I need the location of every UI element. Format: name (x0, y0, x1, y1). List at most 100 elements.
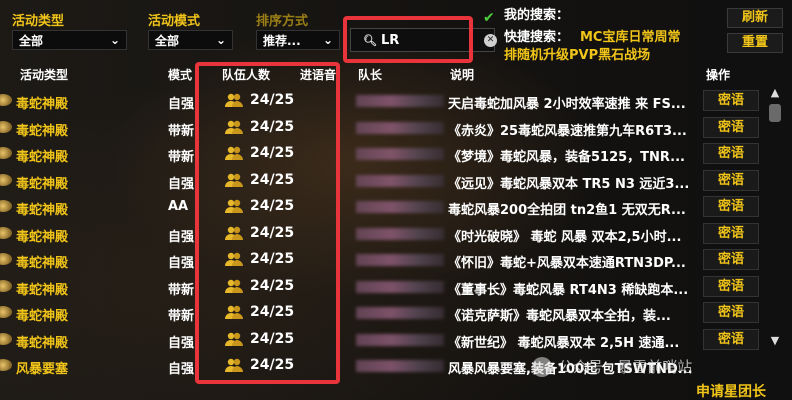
row-description: 天启毒蛇加风暴 2小时效率速推 来 FS... (448, 97, 686, 112)
table-row[interactable]: 毒蛇神殿 带新 24/25 《诺克萨斯》毒蛇风暴双本全拍，装... 密语 (0, 300, 792, 326)
leader-name-blurred (356, 201, 444, 213)
group-icon (225, 199, 243, 213)
whisper-button[interactable]: 密语 (703, 302, 759, 323)
activity-mode: AA (168, 199, 189, 214)
table-row[interactable]: 毒蛇神殿 自强 24/25 《远见》毒蛇风暴双本 TR5 N3 远近3... 密… (0, 168, 792, 194)
table-row[interactable]: 毒蛇神殿 自强 24/25 《时光破晓》 毒蛇 风暴 双本2,5小时... 密语 (0, 221, 792, 247)
activity-name: 毒蛇神殿 (16, 309, 69, 324)
activity-name: 毒蛇神殿 (16, 203, 69, 218)
activity-name: 毒蛇神殿 (16, 256, 69, 271)
activity-mode-filter-label: 活动模式 (148, 14, 201, 29)
group-icon (225, 226, 243, 240)
table-row[interactable]: 毒蛇神殿 带新 24/25 《梦境》毒蛇风暴，装备5125，TNR... 密语 (0, 141, 792, 167)
quick-search-link-2[interactable]: 排随机升级PVP黑石战场 (504, 44, 650, 63)
column-header-mode[interactable]: 模式 (168, 66, 192, 83)
sort-value: 推荐... (263, 33, 301, 48)
team-size-count: 24/25 (250, 304, 295, 320)
table-row[interactable]: 毒蛇神殿 带新 24/25 《董事长》毒蛇风暴 RT4N3 稀缺跑本... 密语 (0, 274, 792, 300)
team-size-count: 24/25 (250, 251, 295, 267)
whisper-button[interactable]: 密语 (703, 275, 759, 297)
column-header-team-size[interactable]: 队伍人数 (222, 66, 270, 83)
activity-type-filter-label: 活动类型 (12, 14, 65, 29)
activity-mode: 带新 (168, 123, 195, 139)
scrollbar-thumb[interactable] (769, 104, 781, 122)
column-header-activity-type[interactable]: 活动类型 (20, 66, 68, 83)
group-icon (225, 173, 243, 187)
whisper-button[interactable]: 密语 (703, 116, 759, 138)
activity-mode-dropdown[interactable]: 全部 ⌄ (148, 30, 233, 50)
activity-mode: 自强 (168, 176, 195, 192)
whisper-button[interactable]: 密语 (703, 328, 759, 350)
activity-mode: 自强 (168, 362, 195, 377)
whisper-button[interactable]: 密语 (703, 196, 759, 217)
team-size-count: 24/25 (250, 330, 295, 347)
team-size-count: 24/25 (250, 92, 295, 108)
leader-name-blurred (356, 121, 444, 134)
refresh-button[interactable]: 刷新 (727, 8, 783, 28)
column-header-leader[interactable]: 队长 (358, 66, 382, 83)
dungeon-emblem-icon (0, 279, 12, 292)
team-size-count: 24/25 (250, 118, 295, 135)
search-field[interactable]: 🔍︎ (350, 28, 495, 52)
team-size-count: 24/25 (250, 145, 295, 161)
chevron-down-icon: ⌄ (215, 33, 226, 47)
group-icon (225, 93, 243, 107)
activity-mode: 自强 (168, 97, 195, 112)
row-description: 《怀旧》毒蛇+风暴双本速通RTN3DP... (448, 256, 686, 271)
leader-name-blurred (356, 227, 444, 240)
leader-name-blurred (356, 148, 444, 160)
activity-type-dropdown[interactable]: 全部 ⌄ (12, 30, 127, 50)
team-size-count: 24/25 (250, 224, 295, 241)
activity-name: 毒蛇神殿 (16, 123, 69, 139)
watermark: 公众号 · 暴雪前哨站 (532, 356, 692, 377)
team-size-count: 24/25 (250, 357, 295, 373)
table-row[interactable]: 毒蛇神殿 自强 24/25 天启毒蛇加风暴 2小时效率速推 来 FS... 密语 (0, 88, 792, 114)
quick-search-link-1[interactable]: MC宝库日常周常 (580, 26, 680, 45)
activity-mode: 自强 (168, 229, 195, 245)
magnifier-icon: 🔍︎ (363, 33, 377, 47)
scroll-up-icon[interactable]: ▲ (766, 86, 784, 102)
group-icon (225, 332, 243, 346)
whisper-button[interactable]: 密语 (703, 143, 759, 164)
group-icon (225, 279, 243, 293)
whisper-button[interactable]: 密语 (703, 249, 759, 270)
scroll-down-icon[interactable]: ▼ (766, 334, 784, 350)
row-description: 《诺克萨斯》毒蛇风暴双本全拍，装... (448, 309, 671, 324)
team-size-count: 24/25 (250, 171, 295, 188)
sort-dropdown[interactable]: 推荐... ⌄ (256, 30, 340, 50)
group-icon (225, 120, 243, 134)
table-row[interactable]: 毒蛇神殿 自强 24/25 《怀旧》毒蛇+风暴双本速通RTN3DP... 密语 (0, 247, 792, 273)
dungeon-emblem-icon (0, 332, 12, 345)
activity-mode-value: 全部 (155, 33, 180, 48)
group-icon (225, 146, 243, 160)
dungeon-emblem-icon (0, 253, 12, 265)
activity-name: 毒蛇神殿 (16, 97, 69, 112)
table-row[interactable]: 毒蛇神殿 带新 24/25 《赤炎》25毒蛇风暴速推第九车R6T3... 密语 (0, 115, 792, 141)
column-header-voice[interactable]: 进语音 (300, 66, 336, 83)
leader-name-blurred (356, 307, 444, 319)
team-size-count: 24/25 (250, 198, 295, 214)
chevron-down-icon: ⌄ (322, 33, 333, 47)
group-icon (225, 305, 243, 319)
whisper-button[interactable]: 密语 (703, 90, 759, 111)
watermark-text: 公众号 · 暴雪前哨站 (558, 358, 693, 376)
group-icon (225, 252, 243, 266)
whisper-button[interactable]: 密语 (703, 222, 759, 244)
leader-name-blurred (356, 360, 444, 372)
table-row[interactable]: 毒蛇神殿 AA 24/25 毒蛇风暴200全拍团 tn2鱼1 无双无R... 密… (0, 194, 792, 220)
check-icon[interactable]: ✔ (483, 10, 495, 26)
row-description: 《新世纪》 毒蛇风暴双本 2,5H 速通... (448, 335, 680, 351)
activity-name: 毒蛇神殿 (16, 150, 69, 165)
apply-leader-button[interactable]: 申请星团长 (676, 381, 786, 400)
leader-name-blurred (356, 280, 444, 293)
activity-name: 毒蛇神殿 (16, 282, 69, 298)
team-size-count: 24/25 (250, 277, 295, 294)
clear-icon[interactable]: ✕ (484, 34, 497, 47)
my-search-label: 我的搜索： (504, 8, 570, 23)
reset-button[interactable]: 重置 (727, 33, 783, 53)
column-header-description[interactable]: 说明 (450, 66, 474, 83)
table-row[interactable]: 毒蛇神殿 自强 24/25 《新世纪》 毒蛇风暴双本 2,5H 速通... 密语 (0, 327, 792, 353)
whisper-button[interactable]: 密语 (703, 169, 759, 191)
search-input[interactable] (380, 32, 471, 48)
row-description: 《梦境》毒蛇风暴，装备5125，TNR... (448, 150, 685, 165)
